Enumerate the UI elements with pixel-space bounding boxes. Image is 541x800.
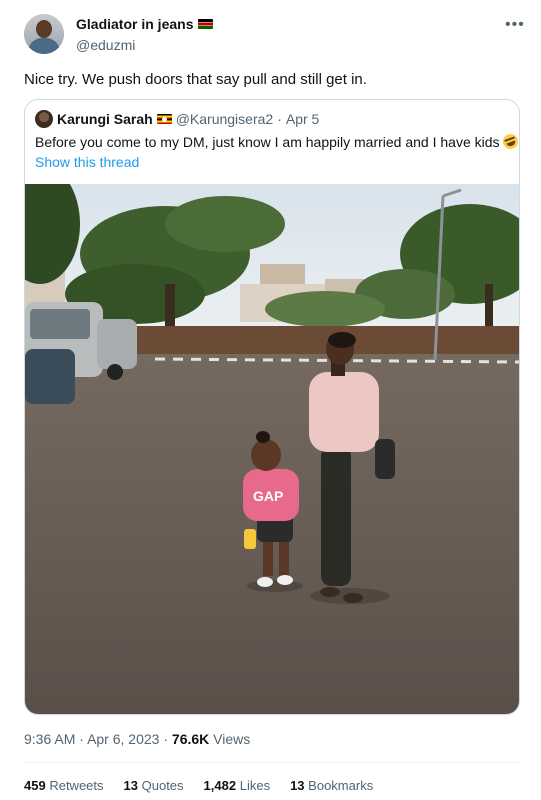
author-name-row[interactable]: Gladiator in jeans bbox=[76, 16, 214, 32]
likes-stat[interactable]: 1,482 Likes bbox=[204, 778, 271, 793]
author-name[interactable]: Gladiator in jeans bbox=[76, 16, 193, 32]
author-block: Gladiator in jeans @eduzmi bbox=[76, 16, 214, 53]
show-thread-link[interactable]: Show this thread bbox=[35, 154, 139, 170]
quoted-tweet-header: Karungi Sarah @Karungisera2 · Apr 5 bbox=[35, 110, 319, 128]
quoted-date[interactable]: Apr 5 bbox=[286, 111, 319, 127]
quoted-tweet[interactable]: Karungi Sarah @Karungisera2 · Apr 5 Befo… bbox=[24, 99, 520, 715]
quoted-tweet-text: Before you come to my DM, just know I am… bbox=[35, 134, 500, 150]
quoted-author-avatar[interactable] bbox=[35, 110, 53, 128]
quoted-tweet-photo[interactable]: GAP bbox=[25, 184, 519, 714]
kenya-flag-icon bbox=[198, 19, 214, 29]
tweet-text: Nice try. We push doors that say pull an… bbox=[24, 71, 367, 88]
tweet-time[interactable]: 9:36 AM bbox=[24, 731, 75, 747]
hedge-fence bbox=[130, 326, 519, 356]
views-label: Views bbox=[213, 731, 251, 747]
quoted-author-name[interactable]: Karungi Sarah bbox=[57, 111, 153, 127]
more-options-icon[interactable]: ••• bbox=[505, 16, 525, 34]
quoted-separator: · bbox=[277, 111, 282, 127]
tweet-date[interactable]: Apr 6, 2023 bbox=[87, 731, 159, 747]
tweet-timestamp: 9:36 AM · Apr 6, 2023 · 76.6K Views bbox=[24, 731, 251, 747]
rolling-on-floor-laughing-emoji-icon bbox=[501, 131, 519, 152]
bookmarks-stat[interactable]: 13 Bookmarks bbox=[290, 778, 373, 793]
quoted-tweet-text-row: Before you come to my DM, just know I am… bbox=[35, 131, 519, 152]
divider bbox=[24, 762, 520, 763]
uganda-flag-icon bbox=[156, 114, 172, 124]
quoted-author-handle[interactable]: @Karungisera2 bbox=[176, 111, 274, 127]
author-avatar[interactable] bbox=[24, 14, 64, 54]
engagement-stats: 459 Retweets 13 Quotes 1,482 Likes 13 Bo… bbox=[24, 778, 373, 793]
views-count: 76.6K bbox=[171, 731, 210, 747]
svg-text:GAP: GAP bbox=[253, 488, 283, 504]
quotes-stat[interactable]: 13 Quotes bbox=[124, 778, 184, 793]
author-handle[interactable]: @eduzmi bbox=[76, 37, 213, 53]
retweets-stat[interactable]: 459 Retweets bbox=[24, 778, 104, 793]
